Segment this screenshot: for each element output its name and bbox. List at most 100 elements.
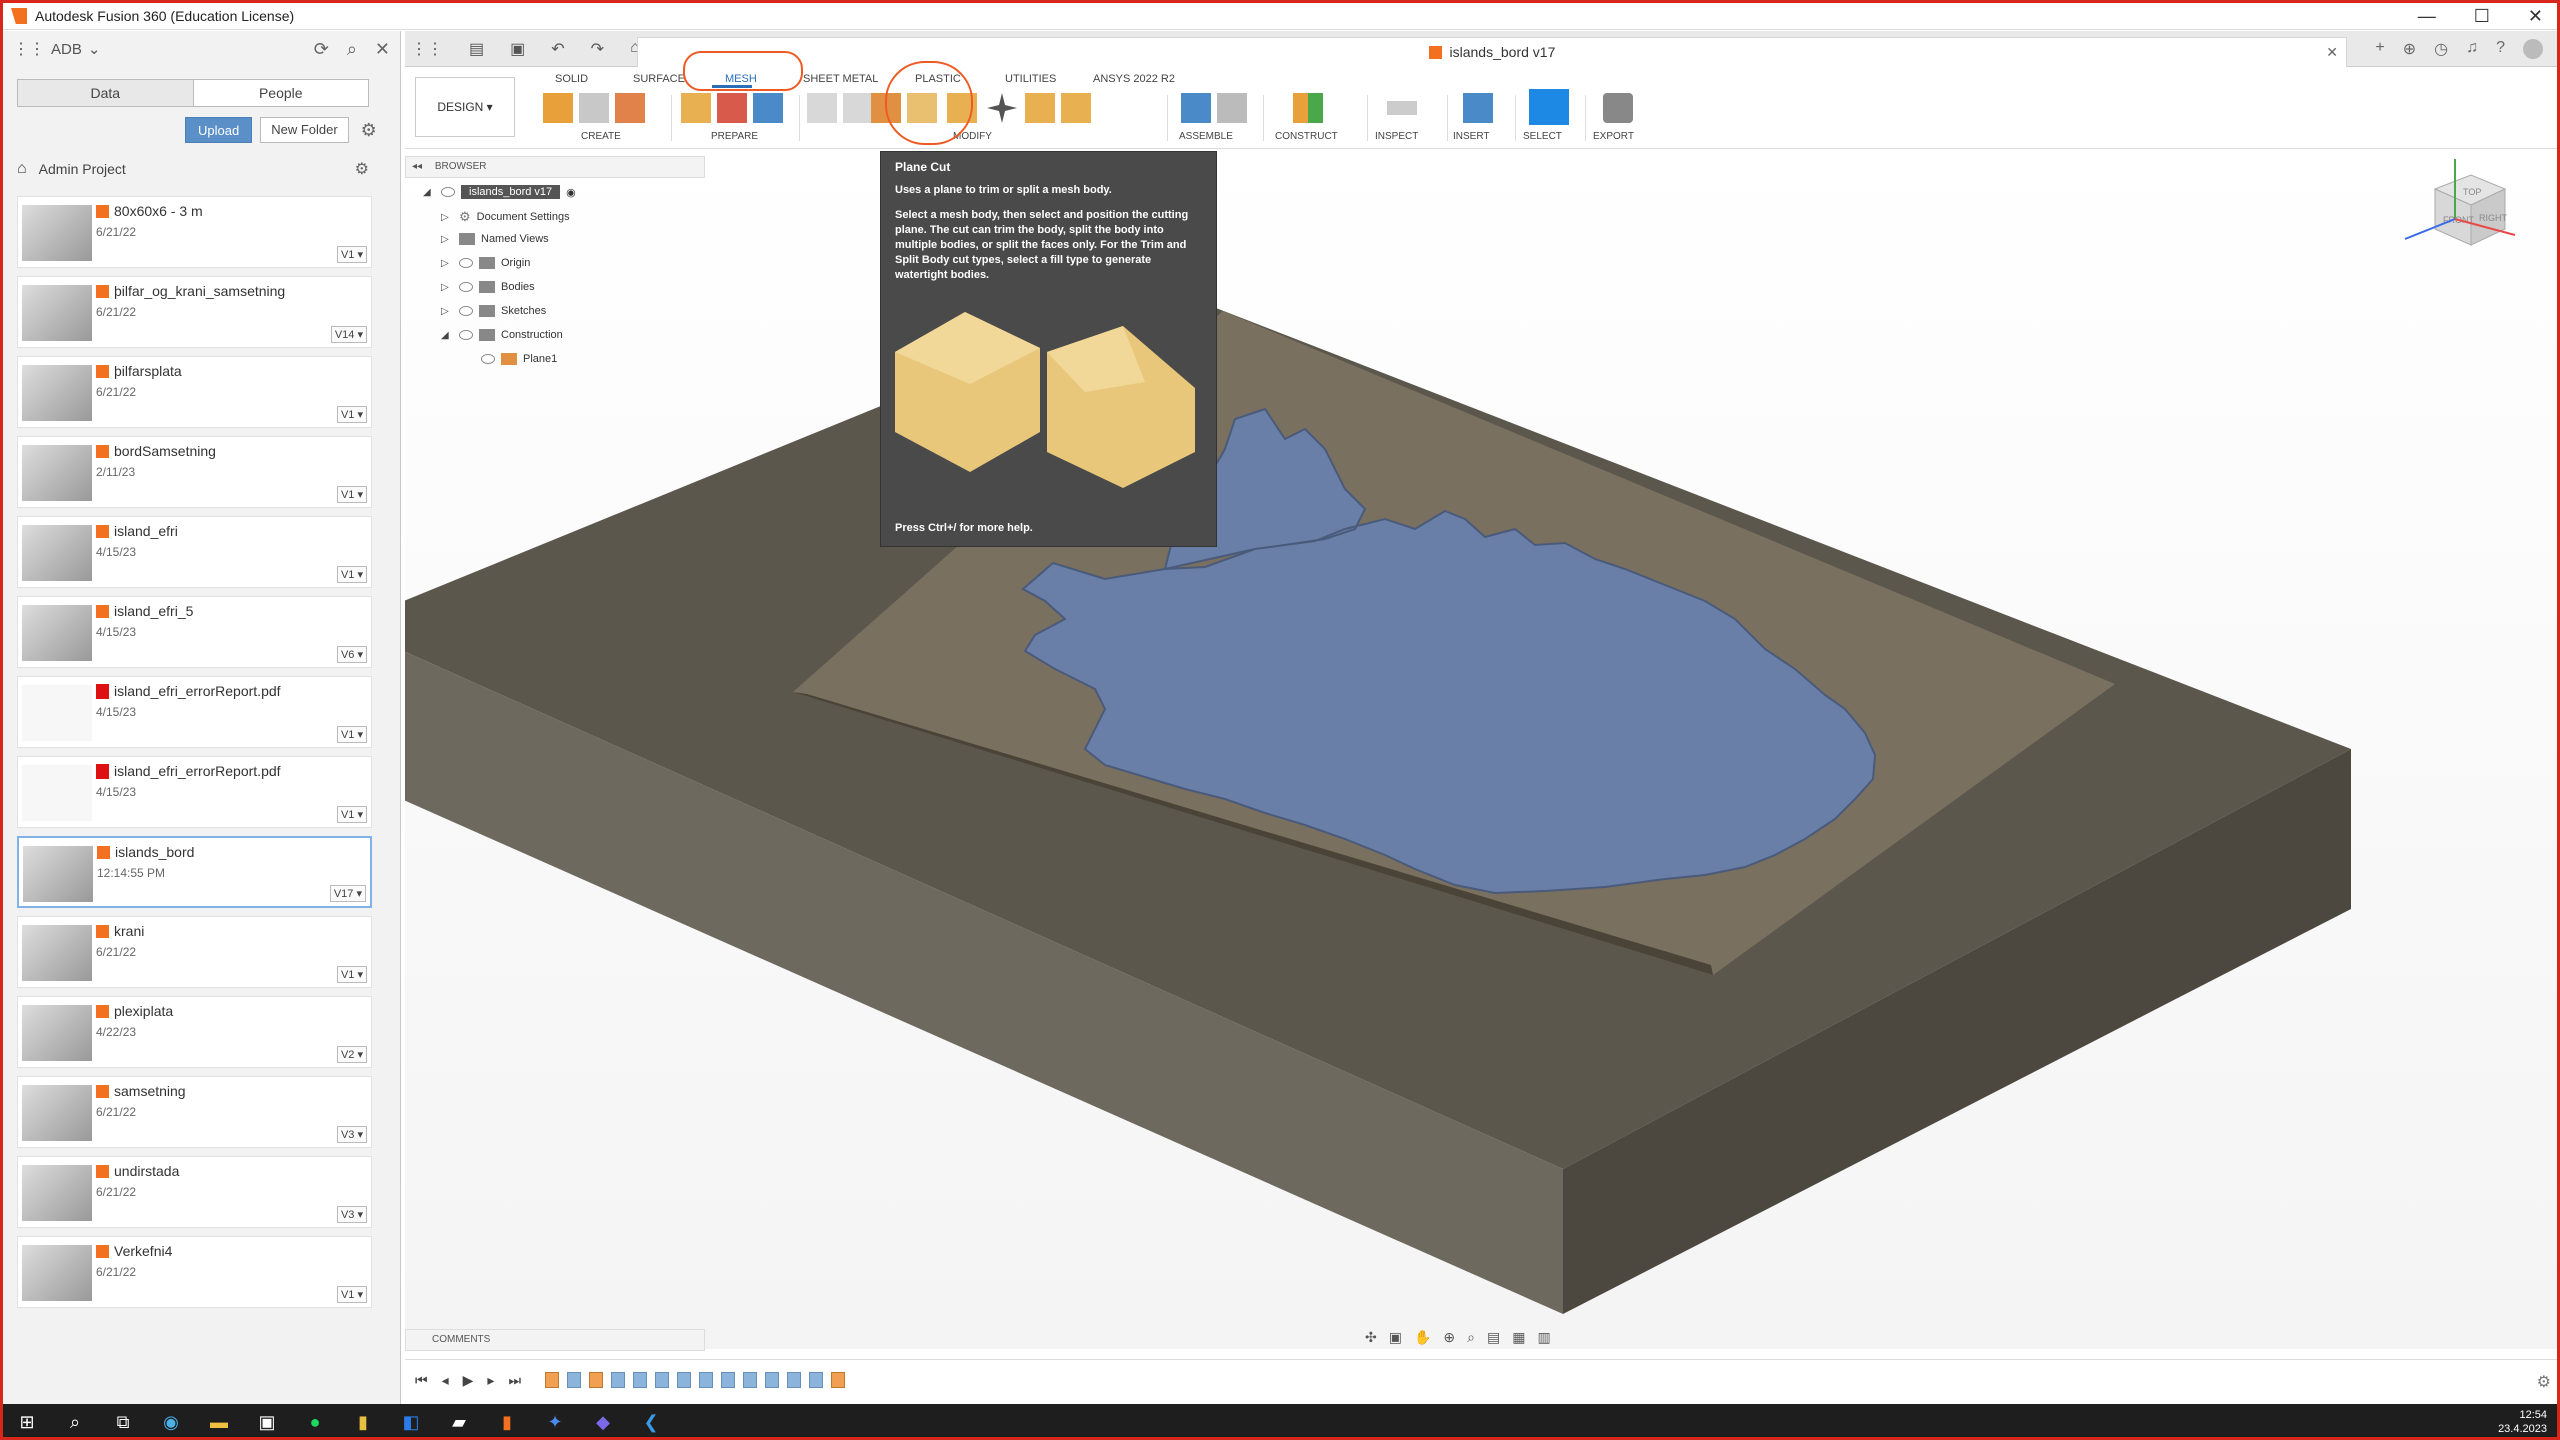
reverse-normal-icon[interactable] — [1061, 93, 1091, 123]
repair-icon[interactable] — [681, 93, 711, 123]
upload-button[interactable]: Upload — [185, 117, 253, 143]
create-form-icon[interactable] — [543, 93, 573, 123]
group-assemble[interactable]: ASSEMBLE — [1179, 131, 1233, 142]
3d-viewport[interactable]: TOP FRONT RIGHT — [345, 149, 2557, 1349]
new-tab-icon[interactable]: + — [2375, 39, 2384, 59]
version-badge[interactable]: V14 ▾ — [330, 326, 367, 343]
browser-node[interactable]: ▷ ⚙ Document Settings — [441, 209, 570, 225]
redo-icon[interactable]: ↷ — [591, 39, 604, 59]
tab-ansys[interactable]: ANSYS 2022 R2 — [1093, 73, 1175, 85]
measure-icon[interactable] — [1387, 101, 1417, 115]
look-at-icon[interactable]: ▣ — [1389, 1329, 1402, 1346]
group-export[interactable]: EXPORT — [1593, 131, 1634, 142]
visibility-eye-icon[interactable] — [459, 258, 473, 268]
timeline-feature[interactable] — [655, 1372, 669, 1388]
task-view-icon[interactable]: ⧉ — [105, 1408, 141, 1436]
timeline-feature[interactable] — [809, 1372, 823, 1388]
search-icon[interactable]: ⌕ — [347, 39, 357, 60]
visibility-eye-icon[interactable] — [459, 282, 473, 292]
timeline-feature[interactable] — [831, 1372, 845, 1388]
version-badge[interactable]: V1 ▾ — [336, 1286, 367, 1303]
file-list-item[interactable]: þilfar_og_krani_samsetning 6/21/22 V14 ▾ — [17, 276, 372, 348]
timeline-feature[interactable] — [699, 1372, 713, 1388]
version-badge[interactable]: V1 ▾ — [336, 406, 367, 423]
project-breadcrumb[interactable]: Admin Project — [39, 161, 126, 177]
create-mesh-icon[interactable] — [615, 93, 645, 123]
select-icon[interactable] — [1529, 89, 1569, 125]
tab-data[interactable]: Data — [18, 80, 194, 106]
account-selector[interactable]: ADB — [51, 41, 82, 58]
gear-icon[interactable]: ⚙ — [361, 120, 377, 141]
group-select[interactable]: SELECT — [1523, 131, 1562, 142]
timeline-settings-icon[interactable]: ⚙ — [2537, 1372, 2551, 1392]
file-list-item[interactable]: island_efri_errorReport.pdf 4/15/23 V1 ▾ — [17, 676, 372, 748]
version-badge[interactable]: V1 ▾ — [336, 566, 367, 583]
extensions-icon[interactable]: ⊕ — [2403, 39, 2416, 59]
visibility-eye-icon[interactable] — [459, 330, 473, 340]
search-taskbar-icon[interactable]: ⌕ — [57, 1408, 93, 1436]
timeline-feature[interactable] — [765, 1372, 779, 1388]
project-settings-icon[interactable]: ⚙ — [355, 159, 369, 179]
browser-header[interactable]: ◂◂ BROWSER — [405, 156, 705, 178]
browser-node[interactable]: ▷ Sketches — [441, 305, 546, 317]
tab-utilities[interactable]: UTILITIES — [1005, 73, 1056, 85]
viewports-icon[interactable]: ▥ — [1537, 1329, 1550, 1346]
close-panel-icon[interactable]: ✕ — [375, 39, 390, 60]
minimize-icon[interactable]: — — [2418, 6, 2436, 27]
plane-section-icon[interactable] — [843, 93, 873, 123]
store-icon[interactable]: ▣ — [249, 1408, 285, 1436]
go-to-start-icon[interactable]: ⏮ — [415, 1372, 428, 1389]
file-explorer-icon[interactable]: ▬ — [201, 1408, 237, 1436]
close-icon[interactable]: ✕ — [2528, 6, 2543, 27]
tab-solid[interactable]: SOLID — [555, 73, 588, 85]
notifications-icon[interactable]: ♫ — [2466, 39, 2478, 59]
version-badge[interactable]: V1 ▾ — [336, 726, 367, 743]
insert-image-icon[interactable] — [1463, 93, 1493, 123]
browser-node[interactable]: ▷ Named Views — [441, 233, 549, 245]
collapse-triangle-icon[interactable]: ◢ — [441, 330, 453, 341]
file-list-item[interactable]: krani 6/21/22 V1 ▾ — [17, 916, 372, 988]
outlook-icon[interactable]: ◧ — [393, 1408, 429, 1436]
refresh-icon[interactable]: ⟳ — [314, 39, 329, 60]
timeline-feature[interactable] — [567, 1372, 581, 1388]
file-list-item[interactable]: bordSamsetning 2/11/23 V1 ▾ — [17, 436, 372, 508]
home-icon[interactable]: ⌂ — [17, 160, 27, 178]
tessellate-icon[interactable] — [579, 93, 609, 123]
chevron-down-icon[interactable]: ⌄ — [88, 40, 101, 58]
avatar[interactable] — [2523, 39, 2543, 59]
file-list-item[interactable]: 80x60x6 - 3 m 6/21/22 V1 ▾ — [17, 196, 372, 268]
windows-start-icon[interactable]: ⊞ — [9, 1408, 45, 1436]
zoom-window-icon[interactable]: ⌕ — [1467, 1329, 1475, 1346]
maximize-icon[interactable]: ☐ — [2474, 6, 2490, 27]
help-icon[interactable]: ? — [2496, 39, 2505, 59]
play-icon[interactable]: ▶ — [463, 1372, 474, 1389]
remesh-icon[interactable] — [717, 93, 747, 123]
timeline-feature[interactable] — [589, 1372, 603, 1388]
display-settings-icon[interactable]: ▤ — [1487, 1329, 1500, 1346]
undo-icon[interactable]: ↶ — [551, 39, 564, 59]
version-badge[interactable]: V1 ▾ — [336, 806, 367, 823]
step-back-icon[interactable]: ◂ — [442, 1372, 449, 1389]
browser-node[interactable]: ▷ Origin — [441, 257, 530, 269]
job-status-icon[interactable]: ◷ — [2434, 39, 2448, 59]
file-menu-icon[interactable]: ▤ — [469, 39, 484, 59]
file-list-item[interactable]: undirstada 6/21/22 V3 ▾ — [17, 1156, 372, 1228]
combine-icon[interactable] — [807, 93, 837, 123]
group-prepare[interactable]: PREPARE — [711, 131, 758, 142]
move-icon[interactable] — [987, 93, 1017, 123]
browser-node[interactable]: Plane1 — [481, 353, 557, 365]
workspace-switcher[interactable]: DESIGN ▾ — [415, 77, 515, 137]
timeline-feature[interactable] — [677, 1372, 691, 1388]
new-component-icon[interactable] — [1181, 93, 1211, 123]
file-list-item[interactable]: island_efri_errorReport.pdf 4/15/23 V1 ▾ — [17, 756, 372, 828]
browser-root-node[interactable]: islands_bord v17 — [461, 185, 561, 199]
version-badge[interactable]: V1 ▾ — [336, 486, 367, 503]
visibility-eye-icon[interactable] — [459, 306, 473, 316]
group-insert[interactable]: INSERT — [1453, 131, 1490, 142]
timeline-feature[interactable] — [611, 1372, 625, 1388]
document-tab[interactable]: islands_bord v17 ✕ — [637, 37, 2347, 67]
group-inspect[interactable]: INSPECT — [1375, 131, 1418, 142]
comments-header[interactable]: COMMENTS — [405, 1329, 705, 1351]
timeline-feature[interactable] — [721, 1372, 735, 1388]
version-badge[interactable]: V17 ▾ — [329, 885, 366, 902]
